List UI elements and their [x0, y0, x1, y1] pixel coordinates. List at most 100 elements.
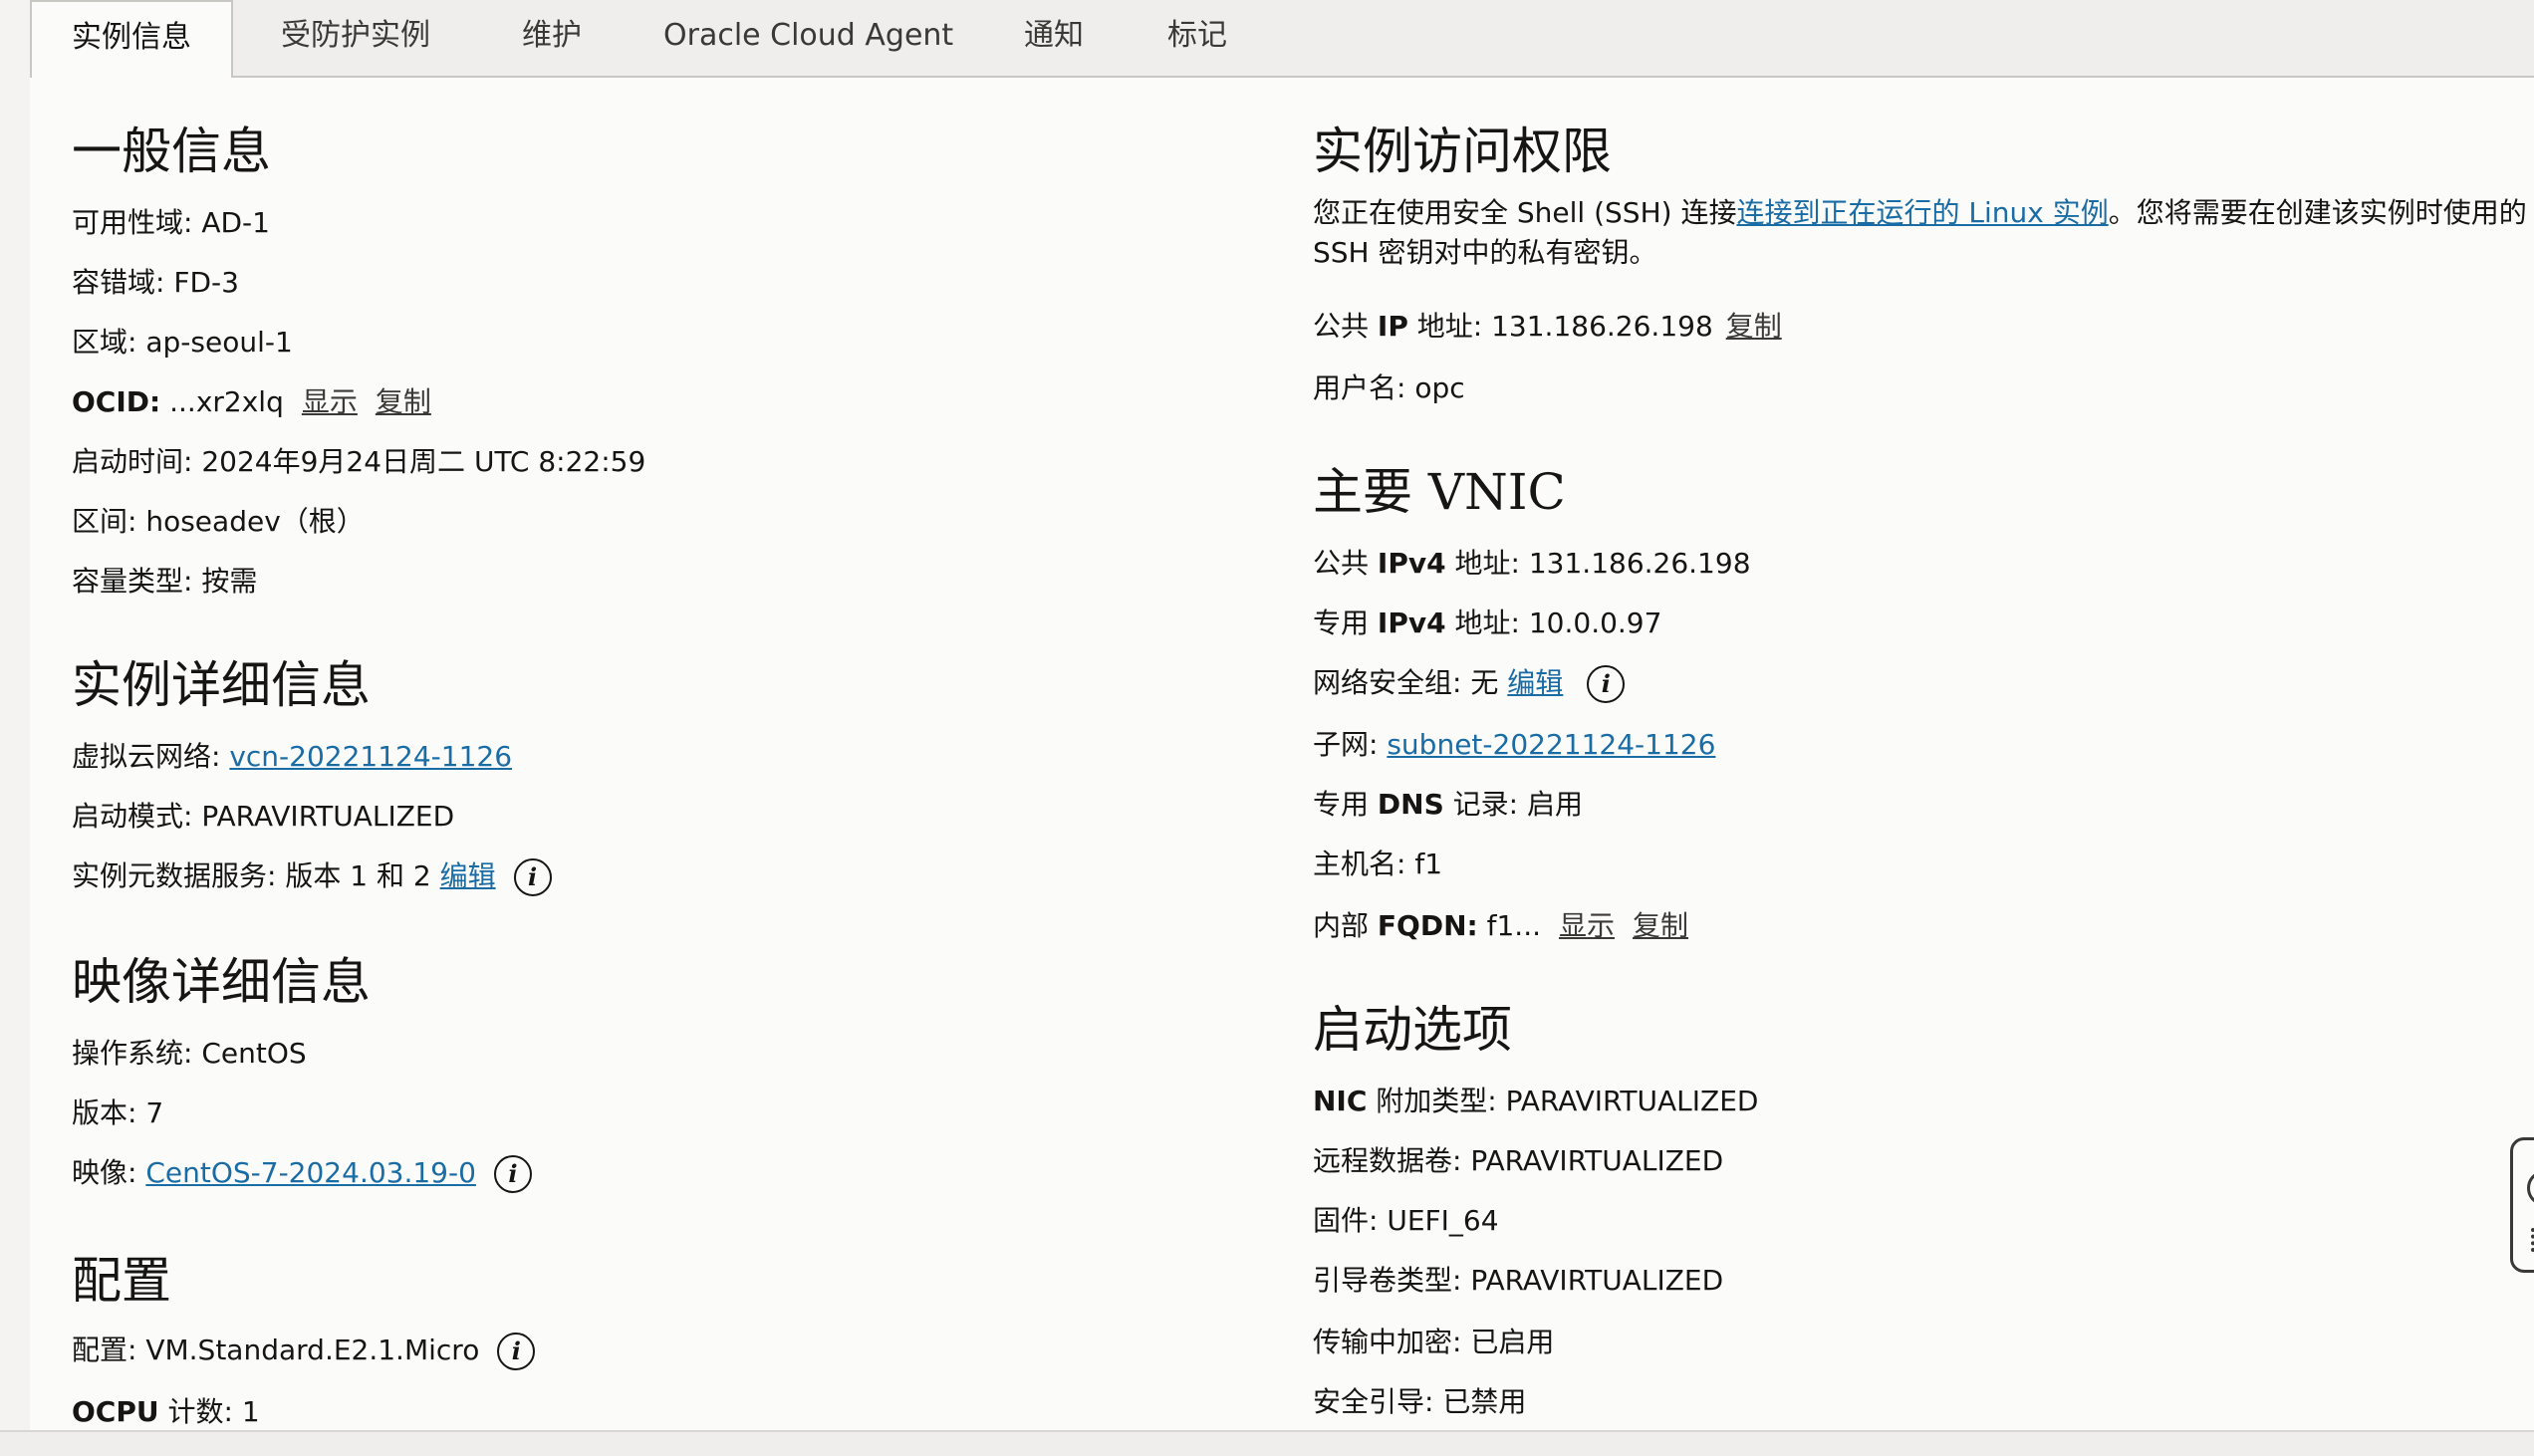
public-ip-copy-link[interactable]: 复制: [1726, 310, 1782, 343]
bottom-status-bar: [0, 1430, 2534, 1456]
general-info-title: 一般信息: [72, 122, 271, 180]
ssh-description: 您正在使用安全 Shell (SSH) 连接连接到正在运行的 Linux 实例。…: [1313, 193, 2534, 273]
field-label: 计数:: [158, 1395, 233, 1428]
tab-oracle-cloud-agent[interactable]: Oracle Cloud Agent: [663, 0, 953, 76]
info-icon[interactable]: i: [1587, 665, 1626, 703]
field-label-bold: OCPU: [72, 1395, 159, 1428]
subnet-link[interactable]: subnet-20221124-1126: [1387, 728, 1715, 761]
nsg-edit-link[interactable]: 编辑: [1507, 666, 1563, 699]
field-label: 可用性域:: [72, 206, 193, 239]
tab-label: 标记: [1167, 18, 1227, 53]
info-icon[interactable]: i: [497, 1333, 536, 1370]
field-value: 131.186.26.198: [1491, 310, 1713, 343]
field-label: 地址:: [1407, 310, 1483, 343]
field-value: opc: [1414, 371, 1465, 404]
field-label-bold: IPv4: [1377, 607, 1446, 639]
private-ipv4-row: 专用 IPv4 地址: 10.0.0.97: [1313, 604, 1661, 643]
tab-maintenance[interactable]: 维护: [522, 0, 582, 76]
tab-label: 维护: [522, 18, 582, 53]
subnet-row: 子网: subnet-20221124-1126: [1313, 725, 1715, 765]
ocid-copy-link[interactable]: 复制: [376, 385, 431, 418]
field-value: 1: [241, 1395, 260, 1428]
right-column: 实例访问权限 您正在使用安全 Shell (SSH) 连接连接到正在运行的 Li…: [1313, 78, 2534, 1430]
field-label: 子网:: [1313, 728, 1379, 761]
field-value: f1: [1414, 848, 1443, 880]
field-label: 区域:: [72, 326, 137, 359]
field-value: VM.Standard.E2.1.Micro: [145, 1334, 480, 1366]
field-value: CentOS: [201, 1037, 307, 1070]
tab-protected-instances[interactable]: 受防护实例: [281, 0, 430, 76]
fqdn-show-link[interactable]: 显示: [1559, 909, 1615, 942]
launch-options-title: 启动选项: [1313, 1001, 1512, 1059]
field-label: 区间:: [72, 505, 137, 538]
ocid-show-link[interactable]: 显示: [302, 385, 358, 418]
field-label: 容错域:: [72, 266, 165, 299]
field-label: 远程数据卷:: [1313, 1144, 1462, 1177]
field-label: 主机名:: [1313, 848, 1406, 880]
availability-domain-row: 可用性域: AD-1: [72, 203, 270, 243]
firmware-row: 固件: UEFI_64: [1313, 1201, 1499, 1241]
field-label-bold: NIC: [1313, 1085, 1368, 1117]
tab-notifications[interactable]: 通知: [1024, 0, 1084, 76]
field-label-bold: DNS: [1377, 788, 1444, 821]
version-row: 版本: 7: [72, 1093, 163, 1133]
hostname-row: 主机名: f1: [1313, 845, 1442, 884]
field-label: 映像:: [72, 1156, 137, 1189]
instance-info-panel: 一般信息 可用性域: AD-1 容错域: FD-3 区域: ap-seoul-1…: [30, 78, 2534, 1430]
field-label: 固件:: [1313, 1204, 1379, 1237]
boot-volume-row: 引导卷类型: PARAVIRTUALIZED: [1313, 1261, 1723, 1301]
nsg-row: 网络安全组: 无 编辑 i: [1313, 663, 1626, 703]
tab-label: 受防护实例: [281, 18, 430, 53]
field-value: f1...: [1486, 909, 1541, 942]
field-label: OCID:: [72, 385, 161, 418]
field-label-bold: IPv4: [1377, 547, 1446, 580]
field-label: 用户名:: [1313, 371, 1406, 404]
floating-help-widget[interactable]: [2510, 1137, 2534, 1273]
instance-access-title: 实例访问权限: [1313, 122, 1612, 180]
vcn-link[interactable]: vcn-20221124-1126: [229, 740, 512, 773]
shape-row: 配置: VM.Standard.E2.1.Micro i: [72, 1331, 536, 1370]
field-value: 131.186.26.198: [1528, 547, 1751, 580]
field-value: 无: [1470, 666, 1499, 699]
tab-tags[interactable]: 标记: [1167, 0, 1227, 76]
field-value: PARAVIRTUALIZED: [1505, 1085, 1759, 1117]
field-label: 操作系统:: [72, 1037, 193, 1070]
field-value: hoseadev（根）: [145, 505, 365, 538]
field-label: 传输中加密:: [1313, 1326, 1462, 1358]
info-icon[interactable]: i: [513, 858, 552, 896]
field-label: 版本:: [72, 1096, 137, 1129]
field-value: 版本 1 和 2: [285, 859, 431, 892]
fqdn-row: 内部 FQDN: f1... 显示 复制: [1313, 906, 1688, 946]
field-label: 配置:: [72, 1334, 137, 1366]
in-transit-encryption-row: 传输中加密: 已启用: [1313, 1323, 1554, 1362]
field-label: 地址:: [1445, 607, 1520, 639]
ocpu-row: OCPU 计数: 1: [72, 1392, 260, 1430]
field-value: 已禁用: [1442, 1385, 1527, 1418]
imds-edit-link[interactable]: 编辑: [440, 859, 496, 892]
field-label: 专用: [1313, 607, 1378, 639]
field-label-bold: IP: [1377, 310, 1408, 343]
connect-linux-link[interactable]: 连接到正在运行的 Linux 实例: [1736, 196, 2108, 229]
field-label: 网络安全组:: [1313, 666, 1462, 699]
field-label: 启动模式:: [72, 800, 193, 833]
left-sidebar-edge: [0, 0, 32, 1430]
image-details-title: 映像详细信息: [72, 953, 371, 1011]
compartment-row: 区间: hoseadev（根）: [72, 502, 365, 542]
launch-mode-row: 启动模式: PARAVIRTUALIZED: [72, 797, 454, 837]
tab-label: 实例信息: [72, 20, 191, 55]
tab-instance-info[interactable]: 实例信息: [30, 0, 233, 80]
info-icon[interactable]: i: [493, 1155, 532, 1193]
os-row: 操作系统: CentOS: [72, 1034, 307, 1074]
fqdn-copy-link[interactable]: 复制: [1633, 909, 1688, 942]
instance-details-title: 实例详细信息: [72, 656, 371, 714]
tab-label: 通知: [1024, 18, 1084, 53]
field-label: 记录:: [1443, 788, 1519, 821]
field-label: 虚拟云网络:: [72, 740, 221, 773]
image-row: 映像: CentOS-7-2024.03.19-0 i: [72, 1153, 532, 1193]
public-ipv4-row: 公共 IPv4 地址: 131.186.26.198: [1313, 544, 1751, 584]
image-link[interactable]: CentOS-7-2024.03.19-0: [145, 1156, 476, 1189]
left-column: 一般信息 可用性域: AD-1 容错域: FD-3 区域: ap-seoul-1…: [72, 78, 1247, 1430]
imds-row: 实例元数据服务: 版本 1 和 2 编辑 i: [72, 856, 552, 896]
field-label: 安全引导:: [1313, 1385, 1434, 1418]
help-icon: [2527, 1170, 2534, 1206]
